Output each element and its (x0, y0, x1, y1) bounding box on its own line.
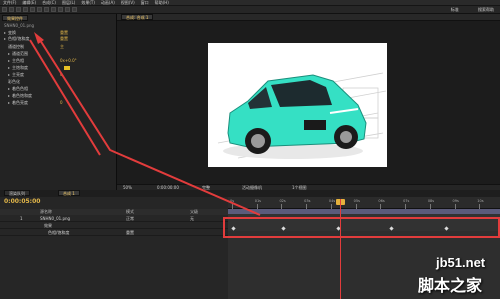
expand-icon[interactable] (8, 88, 10, 90)
ruler-label: 06s (378, 199, 385, 203)
ruler-label: 03s (304, 199, 311, 203)
stamp-tool-icon[interactable] (65, 7, 70, 12)
ruler-label: 01s (254, 199, 261, 203)
rotate-tool-icon[interactable] (23, 7, 28, 12)
effect-row-colorize[interactable]: 彩色化 (8, 79, 20, 85)
expand-icon[interactable] (8, 60, 10, 62)
ruler-label: 09s (452, 199, 459, 203)
expand-icon[interactable] (8, 74, 10, 76)
selection-tool-icon[interactable] (2, 7, 7, 12)
tab-effect-controls[interactable]: 效果控件 (2, 15, 28, 21)
tab-composition[interactable]: 合成: 合成 1 (121, 14, 154, 20)
effect-reset[interactable]: 重置 (126, 229, 134, 236)
watermark-name: 脚本之家 (418, 276, 483, 295)
layer-parent[interactable]: 无 (190, 215, 194, 222)
expand-icon[interactable] (8, 67, 10, 69)
composition-canvas[interactable] (208, 43, 387, 167)
ruler-label: 08s (427, 199, 435, 203)
ruler-label: 05s (353, 199, 360, 203)
expand-icon[interactable] (4, 32, 6, 34)
effect-row-hue-saturation[interactable]: 色相/饱和度 重置 (4, 36, 68, 42)
timeline-tabs: 渲染队列 合成 1 (0, 190, 500, 197)
ruler-label: 07s (403, 199, 410, 203)
effect-name: 色相/饱和度 (48, 230, 70, 235)
car-image (217, 72, 387, 159)
workspace-label: 标准 (450, 7, 459, 12)
zoom-tool-icon[interactable] (16, 7, 21, 12)
effects-group-label: 效果 (44, 223, 52, 228)
effect-row-colorize-lightness[interactable]: 着色亮度 0 (8, 100, 63, 106)
effect-row-master-saturation[interactable]: 主饱和度 (8, 65, 70, 71)
playhead-line (340, 199, 341, 299)
effect-layer-title: SNHN0_01.png (4, 23, 35, 28)
toolbar: 标准 搜索帮助 (0, 6, 500, 14)
time-ruler[interactable]: 0s 01s 02s 03s 04s 05s 06s 07s 08s 09s 10s (228, 197, 500, 209)
composition-header: 合成: 合成 1 (117, 14, 500, 21)
expand-icon[interactable] (4, 38, 6, 40)
effect-controls-panel: 效果控件 SNHN0_01.png 变换 重置 色相/饱和度 重置 通道控制主 通道… (0, 14, 117, 190)
color-swatch[interactable] (64, 66, 70, 70)
brush-tool-icon[interactable] (58, 7, 63, 12)
work-area-bar[interactable] (228, 209, 500, 214)
search-help-label[interactable]: 搜索帮助 (478, 7, 494, 12)
ruler-label: 10s (477, 199, 484, 203)
tab-comp-timeline[interactable]: 合成 1 (58, 190, 80, 196)
pan-tool-icon[interactable] (37, 7, 42, 12)
workspace-selector[interactable]: 标准 搜索帮助 (451, 7, 494, 13)
layer-row[interactable]: 1 SNHN0_01.png 正常 无 (0, 215, 228, 222)
hand-tool-icon[interactable] (9, 7, 14, 12)
pen-tool-icon[interactable] (44, 7, 49, 12)
timeline-timecode[interactable]: 0:00:05:00 (4, 198, 40, 205)
eraser-tool-icon[interactable] (72, 7, 77, 12)
annotation-highlight-box (223, 217, 500, 238)
layer-effects-row[interactable]: 效果 (0, 222, 228, 229)
layer-name[interactable]: SNHN0_01.png (40, 215, 70, 222)
effect-row-master-lightness[interactable]: 主亮度 0 (8, 72, 63, 78)
effect-row-channel-control[interactable]: 通道控制主 (8, 44, 64, 50)
expand-icon[interactable] (8, 95, 10, 97)
camera-tool-icon[interactable] (30, 7, 35, 12)
effect-row-channel-range[interactable]: 通道范围 (8, 51, 28, 57)
tab-render-queue[interactable]: 渲染队列 (4, 190, 30, 196)
effect-row-colorize-saturation[interactable]: 着色饱和度 (8, 93, 32, 99)
watermark-site: jb51.net (436, 255, 486, 270)
expand-icon[interactable] (8, 102, 10, 104)
text-tool-icon[interactable] (51, 7, 56, 12)
ruler-label: 0s (230, 199, 235, 203)
layer-mode[interactable]: 正常 (126, 215, 134, 222)
ruler-label: 04s (328, 199, 336, 203)
effect-row-master-hue[interactable]: 主色相 0x+0.0° (8, 58, 77, 64)
ruler-label: 02s (279, 199, 286, 203)
expand-icon[interactable] (8, 53, 10, 55)
layer-effect-row[interactable]: 色相/饱和度 重置 (0, 229, 228, 236)
effect-row-colorize-hue[interactable]: 着色色相 (8, 86, 28, 92)
